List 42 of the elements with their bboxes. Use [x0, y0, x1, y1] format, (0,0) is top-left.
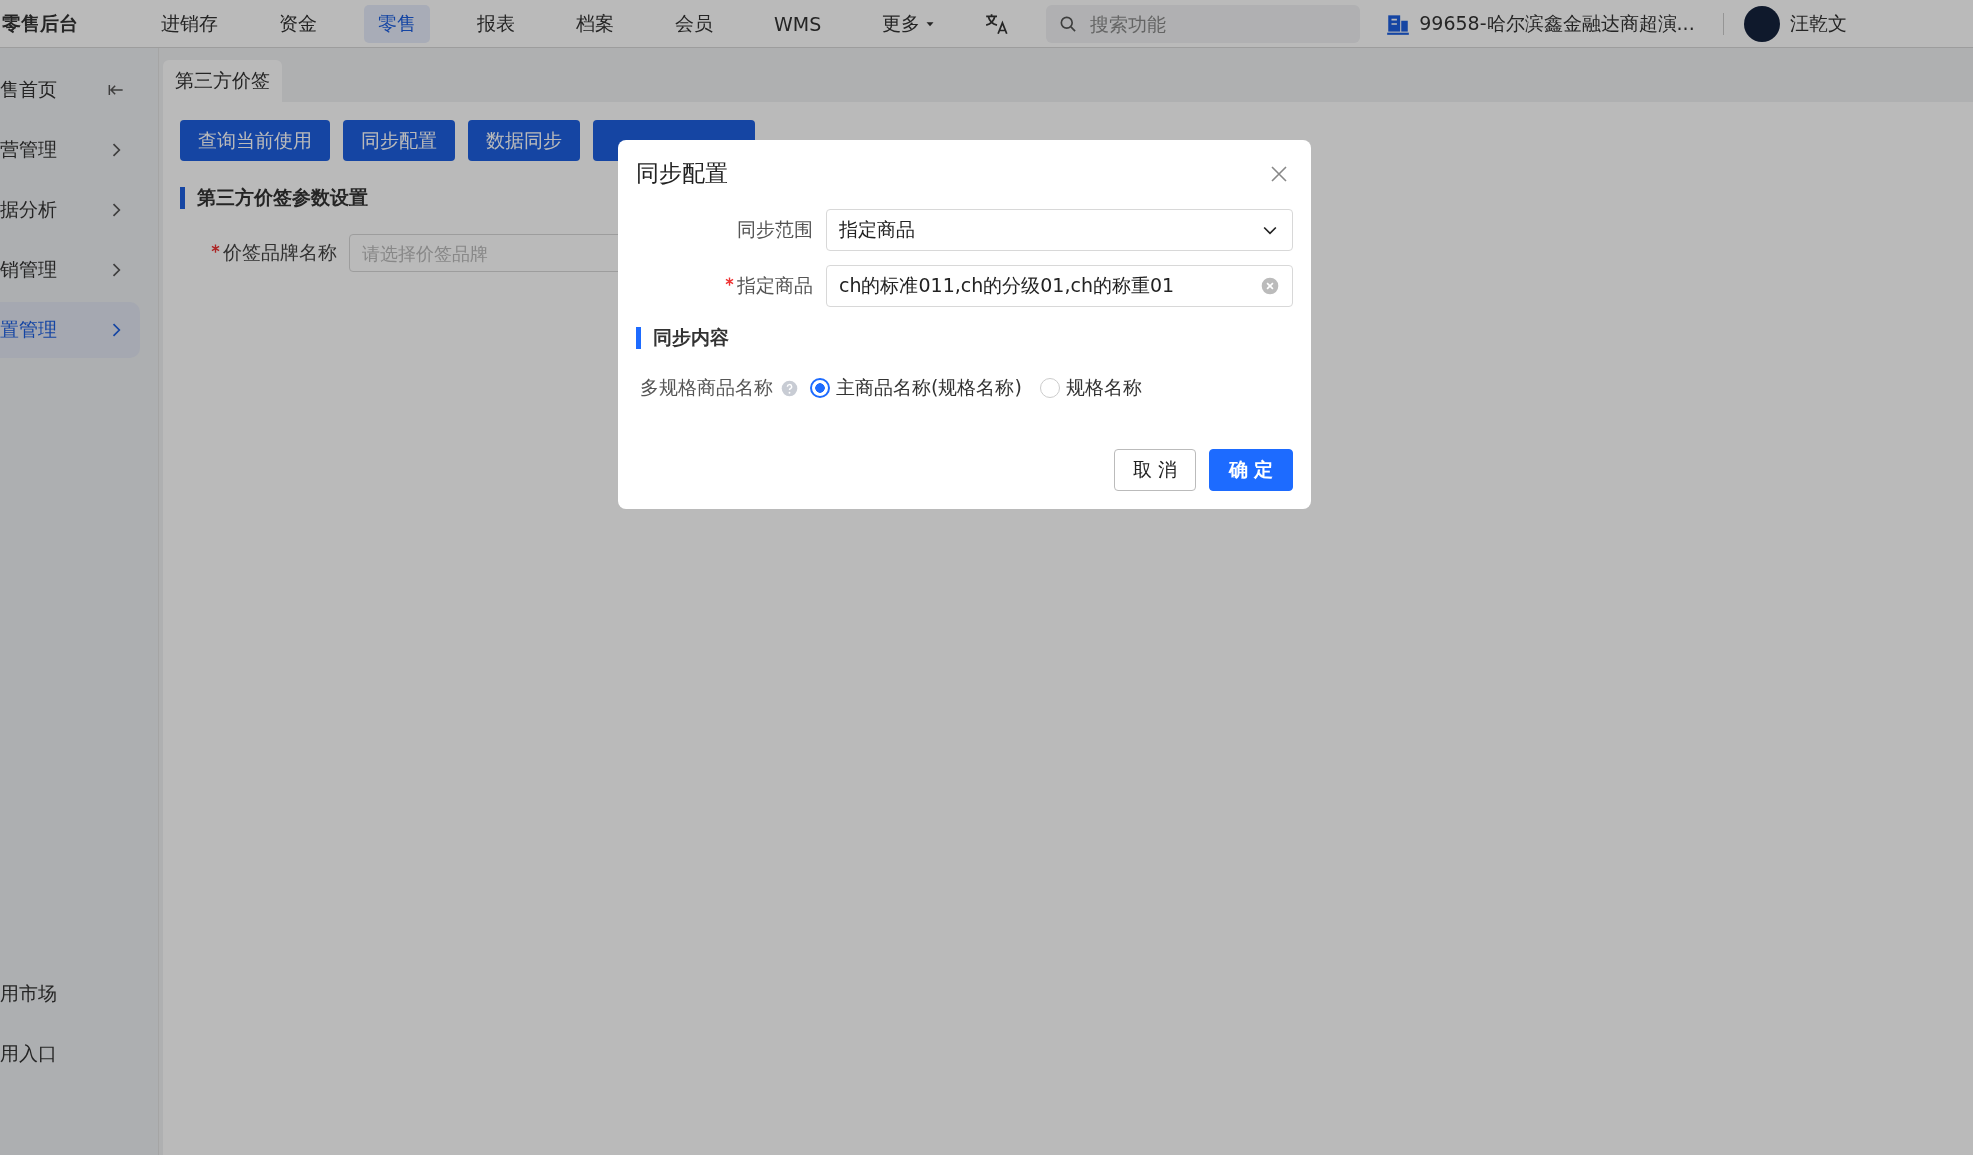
sidebar-item[interactable]: 置管理: [0, 302, 140, 358]
sidebar-item[interactable]: 用入口: [0, 1025, 140, 1083]
page-tab[interactable]: 第三方价签: [163, 60, 282, 102]
field-label: 指定商品: [737, 273, 813, 298]
nav-tab[interactable]: 报表: [463, 4, 529, 43]
section-title: 同步内容: [653, 325, 729, 350]
radio-option[interactable]: 主商品名称(规格名称): [810, 375, 1022, 401]
radio-button[interactable]: [810, 378, 830, 398]
sidebar-item[interactable]: 销管理: [0, 242, 140, 298]
toolbar-button[interactable]: 同步配置: [343, 120, 455, 161]
input-field[interactable]: ch的标准011,ch的分级01,ch的称重01: [826, 265, 1293, 307]
dropdown-field[interactable]: 指定商品: [826, 209, 1293, 251]
confirm-button[interactable]: 确 定: [1209, 449, 1293, 491]
section-marker: [636, 327, 641, 349]
nav-tab[interactable]: 资金: [265, 4, 331, 43]
user-name[interactable]: 汪乾文: [1789, 10, 1847, 37]
nav-tab[interactable]: 档案: [562, 4, 628, 43]
clear-icon: [1260, 276, 1280, 296]
search-field[interactable]: 搜索功能: [1046, 4, 1361, 43]
dialog-title: 同步配置: [636, 159, 728, 188]
sidebar-item[interactable]: 用市场: [0, 965, 140, 1023]
nav-tab[interactable]: 零售: [364, 4, 430, 43]
store-name[interactable]: 99658-哈尔滨鑫金融达商超演...: [1419, 10, 1695, 37]
field-label: 多规格商品名称: [640, 375, 773, 400]
cancel-button[interactable]: 取 消: [1113, 449, 1196, 491]
sidebar-item[interactable]: 营管理: [0, 122, 140, 178]
sidebar-item[interactable]: 据分析: [0, 182, 140, 238]
toolbar-button[interactable]: 查询当前使用: [180, 120, 330, 161]
app-title: 零售后台: [2, 10, 79, 36]
nav-tab[interactable]: 更多: [868, 4, 952, 43]
field-label: 同步范围: [737, 217, 813, 242]
toolbar-button[interactable]: 数据同步: [468, 120, 580, 161]
avatar[interactable]: [1743, 5, 1780, 42]
nav-tab[interactable]: WMS: [760, 4, 836, 43]
help-icon: [781, 379, 798, 397]
nav-tab[interactable]: 会员: [661, 4, 727, 43]
section-marker: [180, 187, 185, 209]
field-label: 价签品牌名称: [223, 240, 337, 265]
nav-tab[interactable]: 进销存: [147, 4, 232, 43]
radio-option[interactable]: 规格名称: [1039, 375, 1142, 401]
section-title: 第三方价签参数设置: [197, 185, 368, 210]
sidebar-item[interactable]: 售首页: [0, 62, 140, 118]
